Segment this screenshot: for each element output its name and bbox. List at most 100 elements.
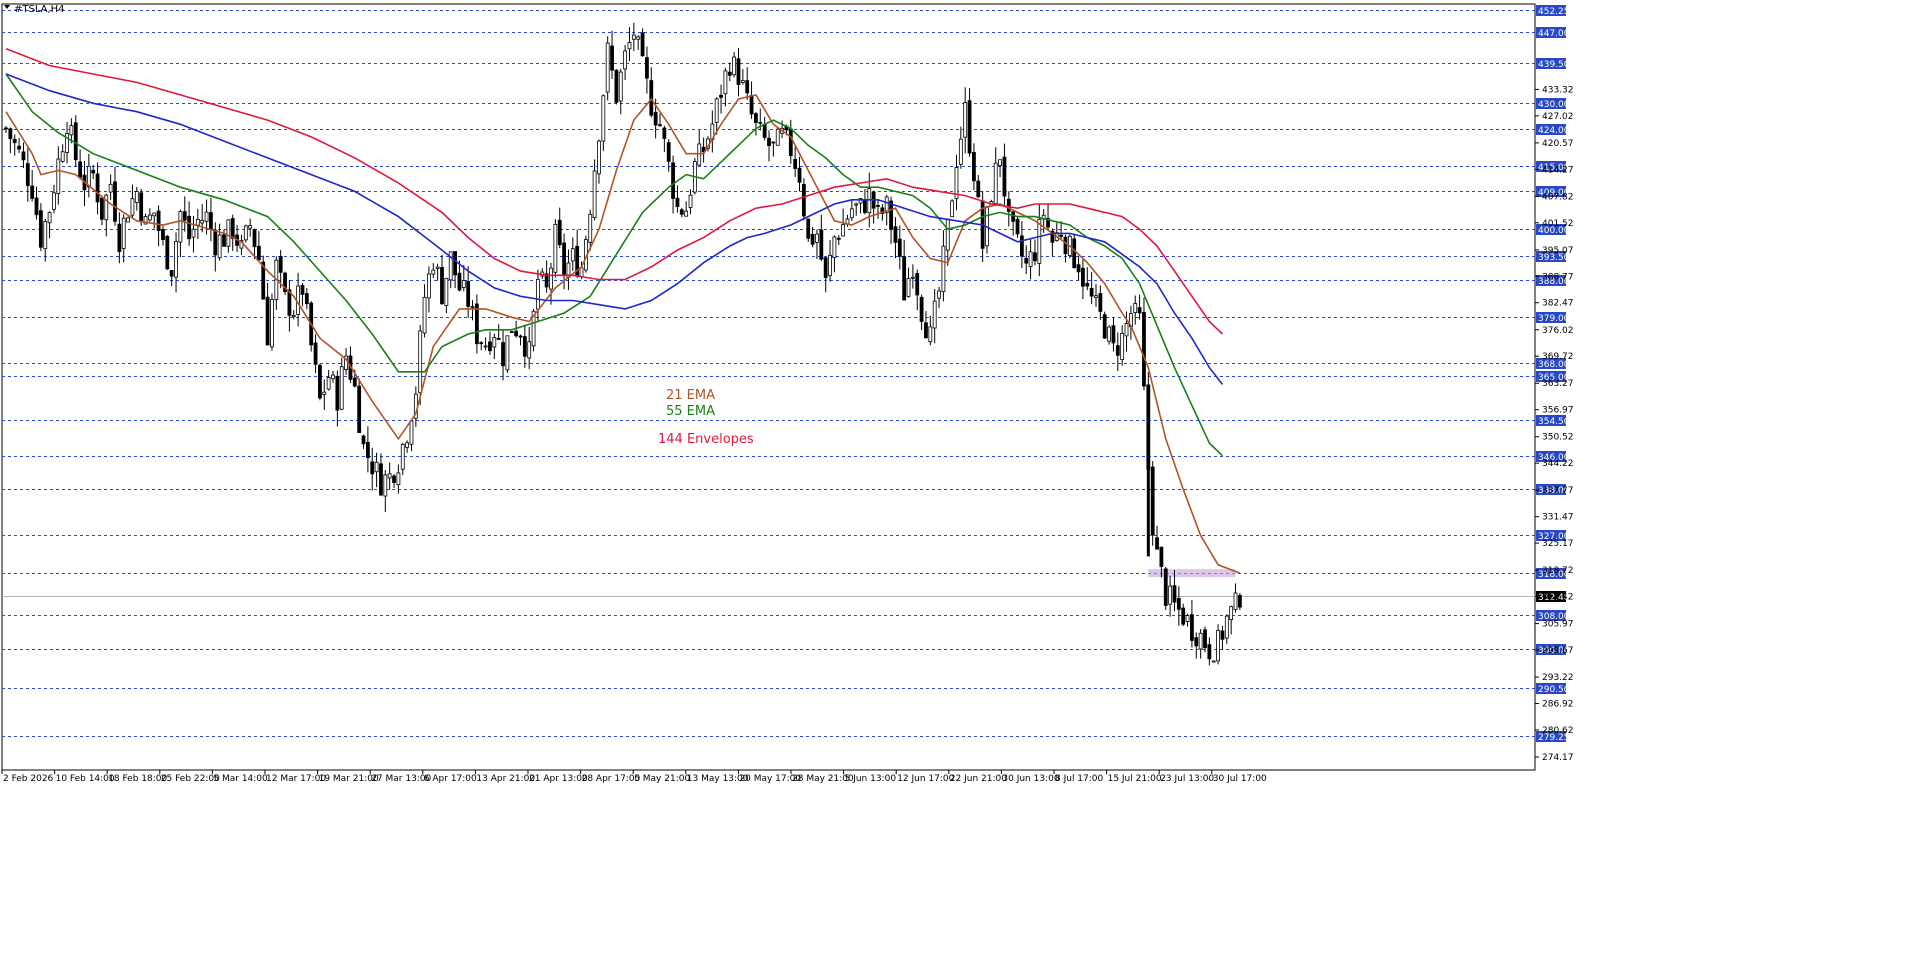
y-tick-label: 401.52 [1542,219,1574,229]
symbol-dropdown-icon[interactable] [4,5,10,9]
candle-bullish [697,143,702,166]
candle-bullish [732,56,737,76]
candle-bullish [1198,632,1203,650]
candle-bearish [466,281,471,307]
candle-bullish [627,41,632,50]
candle-bullish [121,217,126,249]
level-price-label: 452.25 [1538,7,1570,17]
candle-bullish [178,211,183,243]
candle-bullish [483,345,488,348]
candle-bearish [213,229,218,256]
candle-bearish [1059,234,1064,237]
x-tick-label: 5 Jun 13:00 [845,774,897,784]
candlesticks [4,22,1242,666]
candle-bearish [893,226,898,243]
candle-bullish [1133,303,1138,313]
candle-bullish [322,391,327,395]
annotations: 21 EMA55 EMA 144 Envelopes [658,388,754,447]
candle-bullish [714,98,719,123]
candle-bullish [1168,585,1173,605]
candle-bullish [527,341,532,359]
candle-bearish [113,181,117,222]
candle-bearish [12,138,17,144]
candle-bearish [30,185,35,199]
price-chart[interactable]: 21 EMA55 EMA 144 Envelopes 452.25 447.00 43… [0,0,1916,963]
x-tick-label: 21 Apr 13:00 [529,774,588,784]
candle-bearish [1115,345,1120,356]
x-tick-label: 30 Jul 17:00 [1213,774,1267,784]
candle-bearish [919,296,924,322]
candle-bullish [461,280,466,288]
candle-bullish [854,203,859,206]
candle-bullish [339,366,344,410]
y-tick-label: 318.72 [1542,566,1574,576]
candle-bullish [387,473,392,479]
candle-bearish [182,211,187,221]
y-tick-label: 299.67 [1542,646,1574,656]
y-tick-label: 280.62 [1542,726,1574,736]
candle-bearish [370,461,375,475]
candle-bearish [335,375,340,411]
candle-bearish [749,95,754,115]
candle-bullish [1037,218,1042,264]
candle-bearish [863,200,867,213]
candle-bearish [745,80,750,94]
candle-bullish [52,192,56,210]
candle-bullish [134,191,139,203]
y-tick-label: 293.22 [1542,673,1574,683]
y-tick-label: 274.17 [1542,753,1574,763]
candle-bearish [1150,466,1155,536]
candle-bearish [1081,267,1085,287]
candle-bearish [256,245,261,261]
candle-bullish [945,218,950,251]
x-tick-label: 12 Mar 17:00 [266,774,326,784]
candle-bullish [431,269,436,275]
candle-bearish [488,341,492,352]
level-price-label: 354.50 [1538,417,1570,427]
symbol-title: #TSLA,H4 [14,4,65,15]
candle-bullish [1107,326,1111,342]
candle-bullish [147,214,152,221]
candle-bullish [374,461,379,473]
candle-bearish [1190,614,1194,641]
candle-bearish [501,342,505,367]
candle-bullish [383,474,388,497]
x-tick-label: 18 Feb 18:00 [108,774,167,784]
candle-bearish [810,233,815,245]
candle-bearish [139,192,144,222]
candle-bullish [740,80,745,83]
candle-bearish [100,197,104,220]
candle-bearish [1015,218,1020,235]
candle-bearish [165,235,170,270]
y-axis: 452.25447.00439.50430.00424.00415.00409.… [1535,5,1574,763]
candle-bearish [361,435,366,445]
candle-bearish [793,159,798,169]
candle-bearish [614,69,619,103]
level-price-label: 447.00 [1538,29,1570,39]
candle-bullish [270,299,274,348]
x-tick-label: 28 Apr 17:00 [582,774,641,784]
candle-bullish [963,102,968,138]
x-tick-label: 13 Apr 21:00 [476,774,535,784]
level-price-label: 290.50 [1538,685,1570,695]
candle-bearish [801,183,806,217]
candle-bullish [536,278,540,310]
candle-bearish [1194,637,1199,647]
y-tick-label: 312.42 [1542,593,1574,603]
candle-bearish [762,123,767,138]
annotation-label: 144 Envelopes [658,432,754,447]
y-tick-label: 350.52 [1542,433,1574,443]
candle-bullish [937,290,941,299]
candle-bearish [304,293,309,305]
y-tick-label: 427.02 [1542,112,1574,122]
candle-bearish [679,209,684,215]
annotation-label: 55 EMA [666,404,715,419]
candle-bullish [1094,295,1098,298]
candle-bearish [78,161,83,178]
candle-bullish [492,337,497,348]
x-tick-label: 5 May 21:00 [634,774,690,784]
candle-bullish [47,212,52,224]
candle-bearish [915,272,920,296]
candle-bullish [1229,606,1234,621]
candle-bearish [73,122,78,161]
